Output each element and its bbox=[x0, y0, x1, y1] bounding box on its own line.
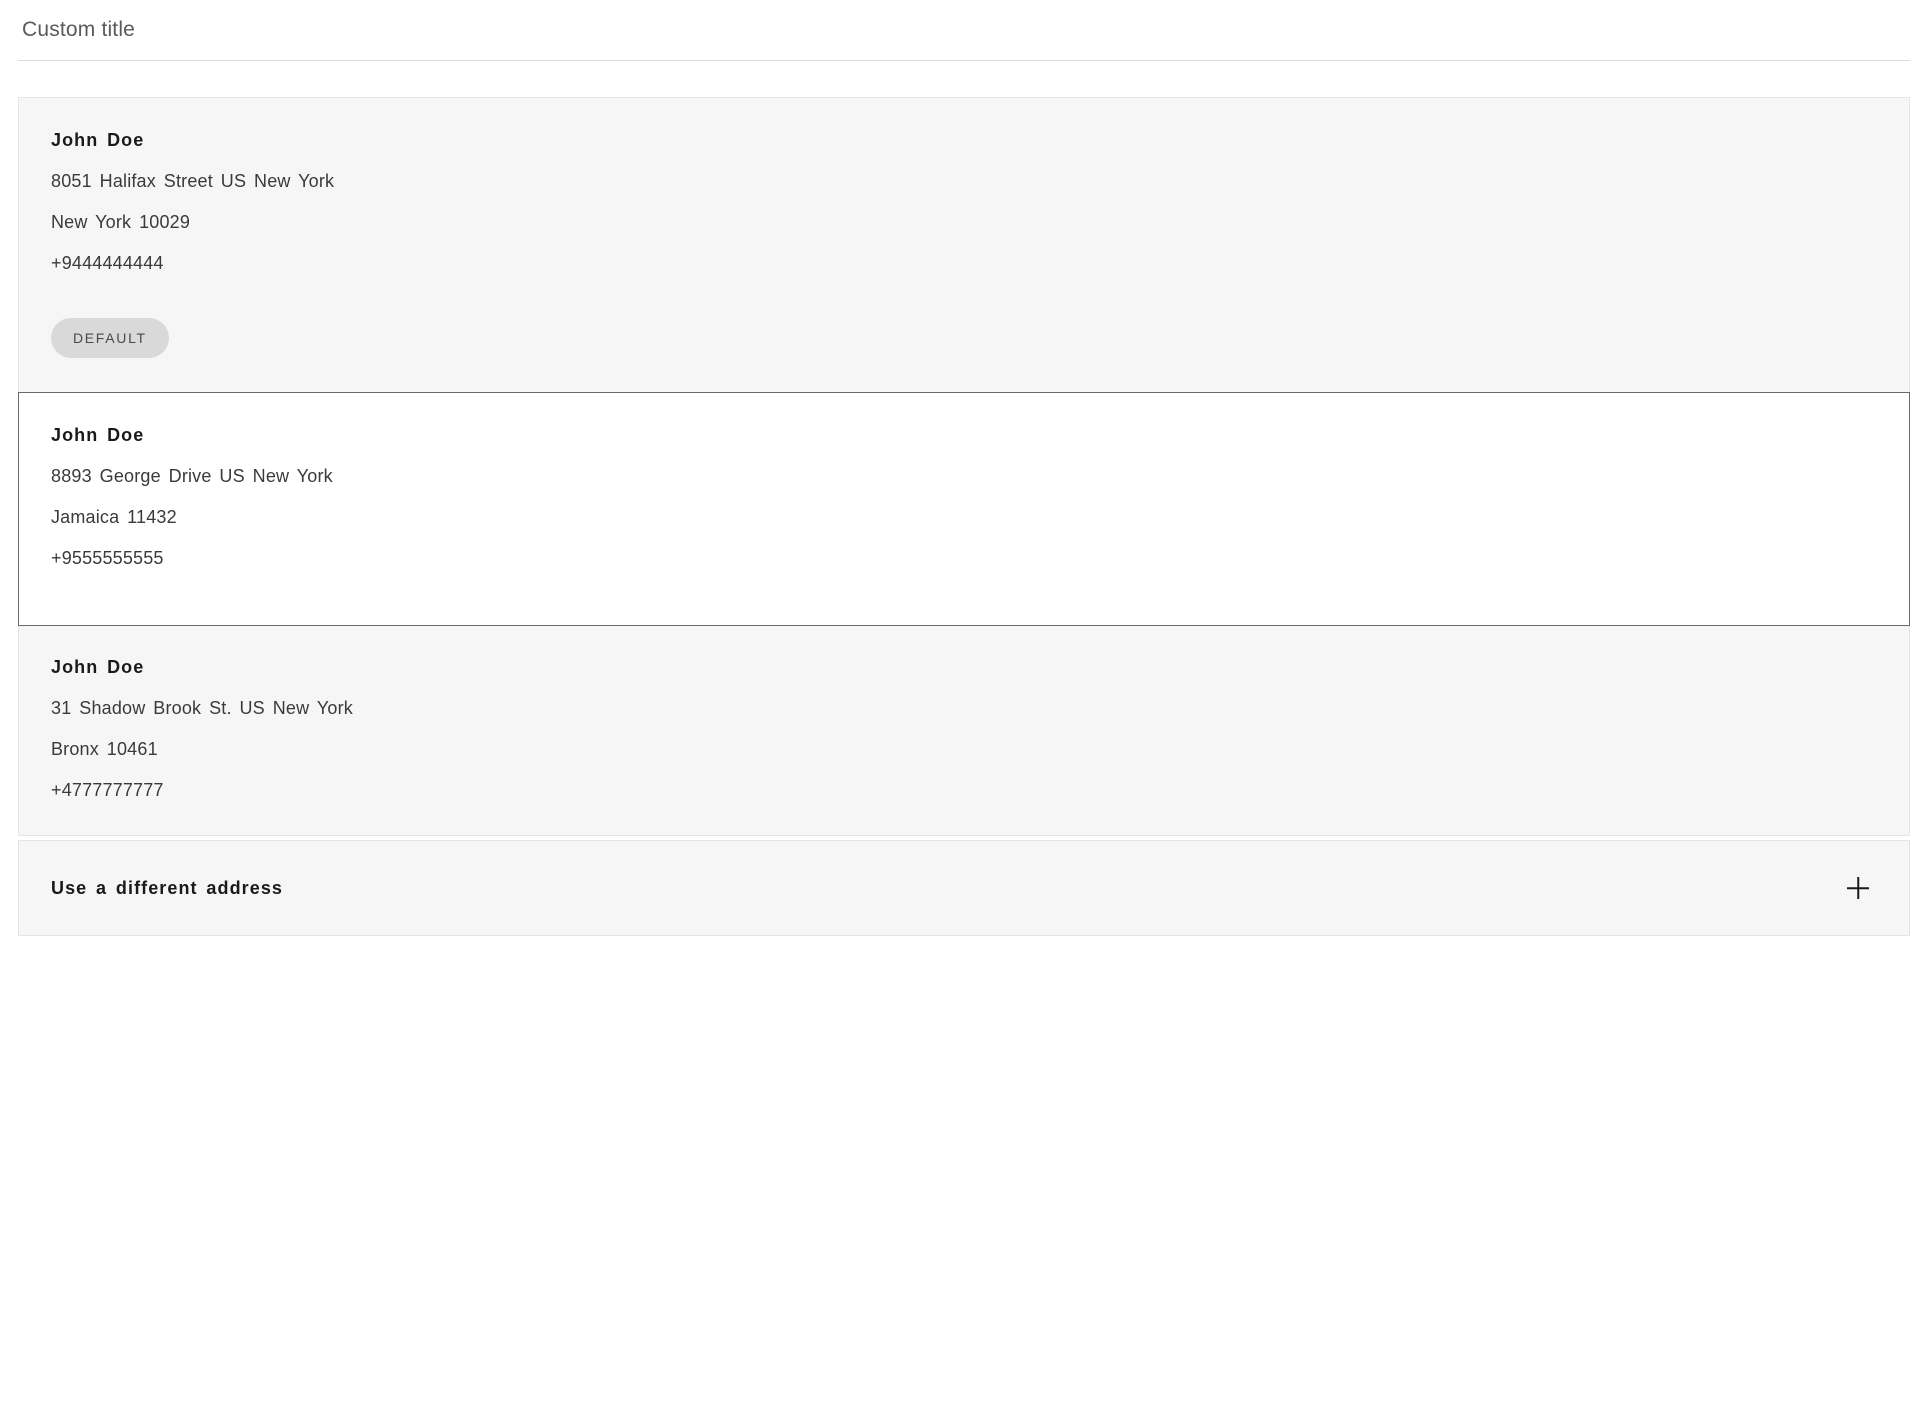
address-name: John Doe bbox=[51, 425, 1877, 446]
address-line-2: Jamaica 11432 bbox=[51, 507, 1877, 528]
address-phone: +4777777777 bbox=[51, 780, 1877, 801]
use-different-address-button[interactable]: Use a different address bbox=[18, 840, 1910, 936]
address-line-1: 8051 Halifax Street US New York bbox=[51, 171, 1877, 192]
address-name: John Doe bbox=[51, 657, 1877, 678]
plus-icon bbox=[1847, 877, 1869, 899]
address-line-1: 8893 George Drive US New York bbox=[51, 466, 1877, 487]
address-list: John Doe 8051 Halifax Street US New York… bbox=[18, 97, 1910, 836]
page-title: Custom title bbox=[18, 18, 1910, 42]
address-card[interactable]: John Doe 31 Shadow Brook St. US New York… bbox=[19, 625, 1909, 835]
address-line-2: Bronx 10461 bbox=[51, 739, 1877, 760]
address-card[interactable]: John Doe 8893 George Drive US New York J… bbox=[18, 392, 1910, 626]
address-line-2: New York 10029 bbox=[51, 212, 1877, 233]
address-line-1: 31 Shadow Brook St. US New York bbox=[51, 698, 1877, 719]
address-card[interactable]: John Doe 8051 Halifax Street US New York… bbox=[19, 98, 1909, 393]
address-phone: +9444444444 bbox=[51, 253, 1877, 274]
address-phone: +9555555555 bbox=[51, 548, 1877, 569]
title-divider bbox=[18, 60, 1910, 61]
use-different-address-label: Use a different address bbox=[51, 878, 283, 899]
default-badge: DEFAULT bbox=[51, 318, 169, 358]
address-name: John Doe bbox=[51, 130, 1877, 151]
